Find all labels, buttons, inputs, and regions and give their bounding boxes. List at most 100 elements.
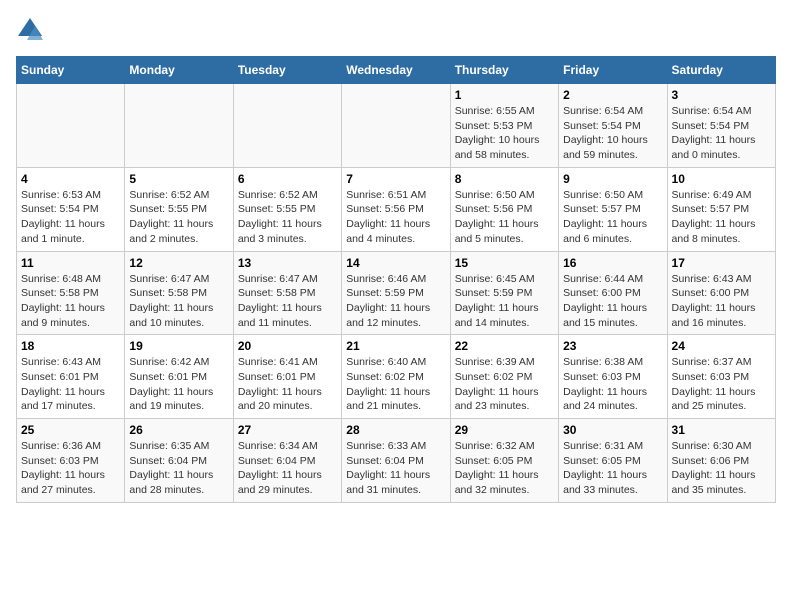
calendar-cell: 22 Sunrise: 6:39 AM Sunset: 6:02 PM Dayli… (450, 335, 558, 419)
day-number: 18 (21, 339, 120, 353)
calendar-cell: 17 Sunrise: 6:43 AM Sunset: 6:00 PM Dayli… (667, 251, 775, 335)
day-number: 21 (346, 339, 445, 353)
day-info: Sunrise: 6:39 AM Sunset: 6:02 PM Dayligh… (455, 355, 554, 414)
day-number: 11 (21, 256, 120, 270)
calendar-table: SundayMondayTuesdayWednesdayThursdayFrid… (16, 56, 776, 503)
calendar-cell: 27 Sunrise: 6:34 AM Sunset: 6:04 PM Dayli… (233, 419, 341, 503)
calendar-cell: 14Sunrise: 6:46 AM Sunset: 5:59 PM Dayli… (342, 251, 450, 335)
day-info: Sunrise: 6:54 AM Sunset: 5:54 PM Dayligh… (563, 104, 662, 163)
day-number: 30 (563, 423, 662, 437)
day-number: 10 (672, 172, 771, 186)
day-info: Sunrise: 6:42 AM Sunset: 6:01 PM Dayligh… (129, 355, 228, 414)
day-number: 3 (672, 88, 771, 102)
calendar-cell: 29 Sunrise: 6:32 AM Sunset: 6:05 PM Dayli… (450, 419, 558, 503)
day-info: Sunrise: 6:53 AM Sunset: 5:54 PM Dayligh… (21, 188, 120, 247)
calendar-cell: 8 Sunrise: 6:50 AM Sunset: 5:56 PM Daylig… (450, 167, 558, 251)
day-info: Sunrise: 6:30 AM Sunset: 6:06 PM Dayligh… (672, 439, 771, 498)
day-number: 28 (346, 423, 445, 437)
day-info: Sunrise: 6:50 AM Sunset: 5:57 PM Dayligh… (563, 188, 662, 247)
calendar-week-row: 11 Sunrise: 6:48 AM Sunset: 5:58 PM Dayli… (17, 251, 776, 335)
day-info: Sunrise: 6:54 AM Sunset: 5:54 PM Dayligh… (672, 104, 771, 163)
day-info: Sunrise: 6:52 AM Sunset: 5:55 PM Dayligh… (129, 188, 228, 247)
day-number: 13 (238, 256, 337, 270)
day-number: 5 (129, 172, 228, 186)
day-number: 23 (563, 339, 662, 353)
calendar-cell: 15Sunrise: 6:45 AM Sunset: 5:59 PM Dayli… (450, 251, 558, 335)
calendar-day-header: Monday (125, 57, 233, 84)
day-info: Sunrise: 6:33 AM Sunset: 6:04 PM Dayligh… (346, 439, 445, 498)
calendar-week-row: 4 Sunrise: 6:53 AM Sunset: 5:54 PM Daylig… (17, 167, 776, 251)
day-number: 25 (21, 423, 120, 437)
day-info: Sunrise: 6:40 AM Sunset: 6:02 PM Dayligh… (346, 355, 445, 414)
day-number: 24 (672, 339, 771, 353)
day-number: 26 (129, 423, 228, 437)
calendar-day-header: Wednesday (342, 57, 450, 84)
logo (16, 16, 48, 44)
calendar-cell: 25 Sunrise: 6:36 AM Sunset: 6:03 PM Dayli… (17, 419, 125, 503)
calendar-cell: 12 Sunrise: 6:47 AM Sunset: 5:58 PM Dayli… (125, 251, 233, 335)
day-info: Sunrise: 6:51 AM Sunset: 5:56 PM Dayligh… (346, 188, 445, 247)
day-info: Sunrise: 6:48 AM Sunset: 5:58 PM Dayligh… (21, 272, 120, 331)
day-number: 15 (455, 256, 554, 270)
page-header (16, 16, 776, 44)
day-info: Sunrise: 6:43 AM Sunset: 6:01 PM Dayligh… (21, 355, 120, 414)
calendar-day-header: Saturday (667, 57, 775, 84)
day-info: Sunrise: 6:44 AM Sunset: 6:00 PM Dayligh… (563, 272, 662, 331)
calendar-week-row: 1Sunrise: 6:55 AM Sunset: 5:53 PM Daylig… (17, 84, 776, 168)
calendar-cell: 23 Sunrise: 6:38 AM Sunset: 6:03 PM Dayli… (559, 335, 667, 419)
calendar-cell: 11 Sunrise: 6:48 AM Sunset: 5:58 PM Dayli… (17, 251, 125, 335)
day-info: Sunrise: 6:52 AM Sunset: 5:55 PM Dayligh… (238, 188, 337, 247)
calendar-cell: 6 Sunrise: 6:52 AM Sunset: 5:55 PM Daylig… (233, 167, 341, 251)
day-info: Sunrise: 6:46 AM Sunset: 5:59 PM Dayligh… (346, 272, 445, 331)
day-info: Sunrise: 6:41 AM Sunset: 6:01 PM Dayligh… (238, 355, 337, 414)
day-number: 16 (563, 256, 662, 270)
calendar-cell: 7 Sunrise: 6:51 AM Sunset: 5:56 PM Daylig… (342, 167, 450, 251)
day-info: Sunrise: 6:43 AM Sunset: 6:00 PM Dayligh… (672, 272, 771, 331)
calendar-cell: 26 Sunrise: 6:35 AM Sunset: 6:04 PM Dayli… (125, 419, 233, 503)
day-info: Sunrise: 6:35 AM Sunset: 6:04 PM Dayligh… (129, 439, 228, 498)
day-number: 8 (455, 172, 554, 186)
calendar-cell (125, 84, 233, 168)
calendar-cell: 3 Sunrise: 6:54 AM Sunset: 5:54 PM Daylig… (667, 84, 775, 168)
calendar-cell: 19 Sunrise: 6:42 AM Sunset: 6:01 PM Dayli… (125, 335, 233, 419)
day-number: 22 (455, 339, 554, 353)
day-number: 19 (129, 339, 228, 353)
day-info: Sunrise: 6:32 AM Sunset: 6:05 PM Dayligh… (455, 439, 554, 498)
calendar-cell: 10 Sunrise: 6:49 AM Sunset: 5:57 PM Dayli… (667, 167, 775, 251)
logo-icon (16, 16, 44, 44)
calendar-cell: 13 Sunrise: 6:47 AM Sunset: 5:58 PM Dayli… (233, 251, 341, 335)
calendar-day-header: Sunday (17, 57, 125, 84)
day-number: 17 (672, 256, 771, 270)
day-info: Sunrise: 6:50 AM Sunset: 5:56 PM Dayligh… (455, 188, 554, 247)
day-number: 6 (238, 172, 337, 186)
day-number: 29 (455, 423, 554, 437)
calendar-day-header: Thursday (450, 57, 558, 84)
day-info: Sunrise: 6:36 AM Sunset: 6:03 PM Dayligh… (21, 439, 120, 498)
calendar-cell (17, 84, 125, 168)
calendar-cell (233, 84, 341, 168)
day-number: 27 (238, 423, 337, 437)
day-number: 1 (455, 88, 554, 102)
day-info: Sunrise: 6:49 AM Sunset: 5:57 PM Dayligh… (672, 188, 771, 247)
calendar-cell: 4 Sunrise: 6:53 AM Sunset: 5:54 PM Daylig… (17, 167, 125, 251)
calendar-week-row: 25 Sunrise: 6:36 AM Sunset: 6:03 PM Dayli… (17, 419, 776, 503)
calendar-cell: 18 Sunrise: 6:43 AM Sunset: 6:01 PM Dayli… (17, 335, 125, 419)
calendar-cell: 21 Sunrise: 6:40 AM Sunset: 6:02 PM Dayli… (342, 335, 450, 419)
day-number: 7 (346, 172, 445, 186)
day-info: Sunrise: 6:47 AM Sunset: 5:58 PM Dayligh… (238, 272, 337, 331)
day-number: 20 (238, 339, 337, 353)
calendar-day-header: Tuesday (233, 57, 341, 84)
day-info: Sunrise: 6:37 AM Sunset: 6:03 PM Dayligh… (672, 355, 771, 414)
day-number: 12 (129, 256, 228, 270)
calendar-cell: 30 Sunrise: 6:31 AM Sunset: 6:05 PM Dayli… (559, 419, 667, 503)
day-info: Sunrise: 6:47 AM Sunset: 5:58 PM Dayligh… (129, 272, 228, 331)
day-info: Sunrise: 6:34 AM Sunset: 6:04 PM Dayligh… (238, 439, 337, 498)
calendar-day-header: Friday (559, 57, 667, 84)
calendar-cell: 28 Sunrise: 6:33 AM Sunset: 6:04 PM Dayli… (342, 419, 450, 503)
calendar-header-row: SundayMondayTuesdayWednesdayThursdayFrid… (17, 57, 776, 84)
day-number: 4 (21, 172, 120, 186)
day-info: Sunrise: 6:31 AM Sunset: 6:05 PM Dayligh… (563, 439, 662, 498)
calendar-cell: 2Sunrise: 6:54 AM Sunset: 5:54 PM Daylig… (559, 84, 667, 168)
calendar-cell (342, 84, 450, 168)
day-info: Sunrise: 6:38 AM Sunset: 6:03 PM Dayligh… (563, 355, 662, 414)
